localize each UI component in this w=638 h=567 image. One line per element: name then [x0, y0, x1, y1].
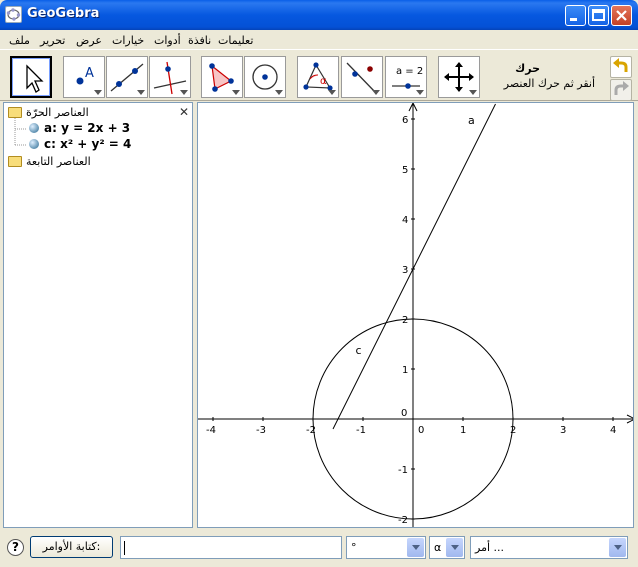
maximize-button[interactable]: [588, 5, 609, 26]
tool-help-title: حرك: [515, 62, 540, 75]
y-tick-label: -2: [398, 515, 408, 526]
y-tick-label: 5: [402, 165, 408, 176]
axes: -4 -3 -2 -1 0 1 2 3 4654321-1-20: [198, 103, 633, 527]
x-tick-label: -3: [256, 425, 266, 436]
menu-window[interactable]: نافذة: [188, 34, 211, 47]
menu-options[interactable]: خيارات: [112, 34, 144, 47]
reflect-tool-button[interactable]: [341, 56, 383, 98]
command-select[interactable]: أمر ...: [470, 536, 628, 559]
object-a-bullet-icon[interactable]: [29, 123, 39, 133]
chevron-down-icon[interactable]: [609, 538, 626, 557]
text-cursor: [124, 540, 125, 555]
geogebra-app-icon[interactable]: [5, 6, 22, 23]
menu-tools[interactable]: أدوات: [154, 34, 181, 47]
origin-label: 0: [401, 408, 407, 419]
line-a[interactable]: [332, 103, 496, 430]
undo-button[interactable]: [610, 56, 632, 78]
move-tool-icon: [26, 64, 44, 93]
y-tick-label: 6: [402, 115, 408, 126]
command-input[interactable]: [120, 536, 342, 559]
perpendicular-tool-button[interactable]: [149, 56, 191, 98]
degree-symbol-value: °: [351, 541, 357, 554]
svg-text:α: α: [320, 76, 327, 87]
svg-text:A: A: [85, 66, 94, 81]
polygon-tool-button[interactable]: [201, 56, 243, 98]
angle-tool-button[interactable]: α: [297, 56, 339, 98]
circle-tool-button[interactable]: [244, 56, 286, 98]
algebra-view: ✕ العناصر الحرّة a: y = 2x + 3 c: x² + y…: [3, 102, 193, 528]
input-help-icon[interactable]: ?: [7, 539, 24, 556]
x-tick-label: 1: [460, 425, 466, 436]
graphics-view[interactable]: -4 -3 -2 -1 0 1 2 3 4 6 5 4 3 2 1 -1 -2 0 a c: [197, 102, 634, 528]
greek-letter-value: α: [434, 541, 442, 554]
free-objects-folder[interactable]: العناصر الحرّة: [26, 106, 89, 119]
move-tool-button[interactable]: [10, 56, 52, 98]
x-tick-label: 4: [610, 425, 616, 436]
degree-symbol-select[interactable]: °: [346, 536, 426, 559]
input-label-button[interactable]: كتابة الأوامر:: [30, 536, 113, 558]
x-tick-label: 0: [418, 425, 424, 436]
minimize-button[interactable]: [565, 5, 586, 26]
y-tick-label: -1: [398, 465, 408, 476]
input-bar: ? كتابة الأوامر: ° α أمر ...: [0, 532, 638, 567]
circle-c-label: c: [356, 344, 362, 357]
command-select-value: أمر ...: [475, 541, 505, 554]
x-tick-label: -1: [356, 425, 366, 436]
y-tick-label: 3: [402, 265, 408, 276]
folder-icon: [8, 107, 22, 118]
line-a-label: a: [468, 114, 475, 127]
menu-bar: ملف تحرير عرض خيارات أدوات نافذة تعليمات: [0, 30, 638, 50]
object-c-definition[interactable]: c: x² + y² = 4: [44, 137, 131, 151]
object-a-definition[interactable]: a: y = 2x + 3: [44, 121, 130, 135]
move-view-tool-button[interactable]: [438, 56, 480, 98]
folder-icon: [8, 156, 22, 167]
x-tick-label: -4: [206, 425, 216, 436]
line-tool-button[interactable]: [106, 56, 148, 98]
menu-edit[interactable]: تحرير: [40, 34, 65, 47]
y-tick-label: 4: [402, 215, 408, 226]
close-window-button[interactable]: [611, 5, 632, 26]
y-tick-label: 1: [402, 365, 408, 376]
menu-file[interactable]: ملف: [9, 34, 30, 47]
y-tick-label: 2: [402, 315, 408, 326]
slider-tool-label: a = 2: [396, 66, 424, 77]
slider-tool-button[interactable]: a = 2: [385, 56, 427, 98]
menu-help[interactable]: تعليمات: [218, 34, 253, 47]
point-tool-button[interactable]: A: [63, 56, 105, 98]
undo-icon: [613, 58, 628, 72]
object-c-bullet-icon[interactable]: [29, 139, 39, 149]
tool-help-text: أنقر ثم حرك العنصر: [503, 77, 595, 90]
graphics-canvas[interactable]: -4 -3 -2 -1 0 1 2 3 4654321-1-20 a c: [198, 103, 634, 528]
window-title: GeoGebra: [27, 6, 100, 21]
redo-button[interactable]: [610, 79, 632, 101]
dependent-objects-folder[interactable]: العناصر التابعة: [26, 155, 91, 168]
chevron-down-icon[interactable]: [407, 538, 424, 557]
redo-icon: [614, 81, 629, 95]
x-tick-label: 3: [560, 425, 566, 436]
chevron-down-icon[interactable]: [446, 538, 463, 557]
toolbar: A α a = 2 حرك أنقر ثم حرك العنصر: [0, 51, 638, 101]
greek-letter-select[interactable]: α: [429, 536, 465, 559]
menu-view[interactable]: عرض: [76, 34, 102, 47]
title-bar: GeoGebra: [0, 0, 638, 30]
close-algebra-icon[interactable]: ✕: [179, 105, 189, 119]
